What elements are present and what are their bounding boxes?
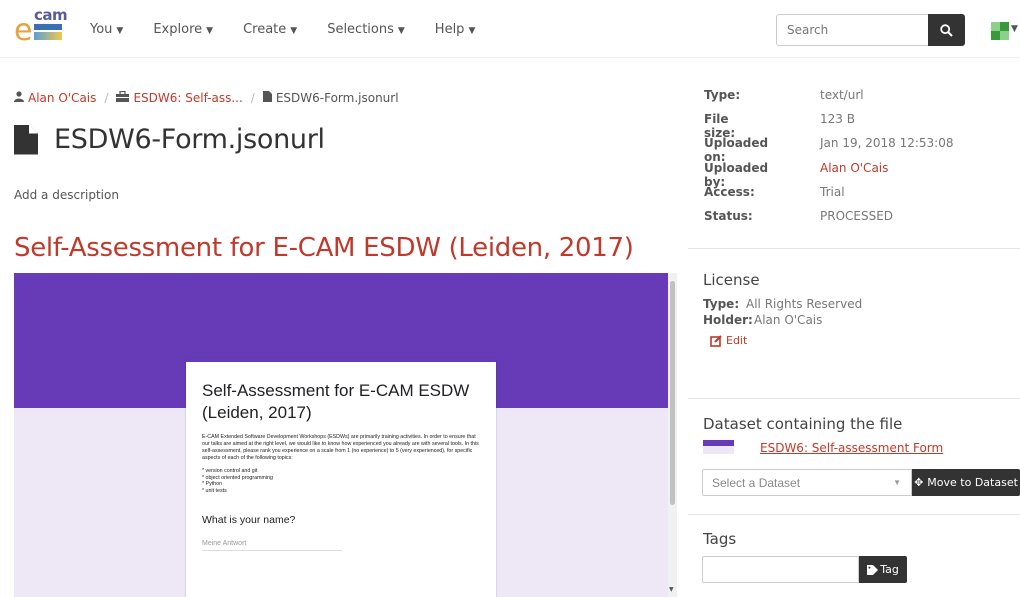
nav-item-create[interactable]: Create ▼ [243,22,297,37]
nav-menu: You ▼ Explore ▼ Create ▼ Selections ▼ Help ▼ [90,0,505,58]
search-button[interactable] [928,14,965,46]
divider [688,248,1020,249]
nav-item-you[interactable]: You ▼ [90,22,123,37]
move-to-dataset-label: Move to Dataset [927,476,1018,489]
preview-title: Self-Assessment for E-CAM ESDW (Leiden, … [14,233,634,263]
logo-cam-text: cam [34,6,68,24]
form-topic-list: * version control and git * object orien… [202,468,480,494]
dataset-heading: Dataset containing the file [703,415,903,433]
nav-item-explore[interactable]: Explore ▼ [153,22,213,37]
meta-key: Access: [704,184,755,199]
page-title: ESDW6-Form.jsonurl [14,124,325,155]
caret-down-icon: ▼ [468,25,476,36]
file-icon [262,91,272,105]
license-holder-label: Holder: [703,313,753,327]
caret-down-icon: ▼ [893,478,901,487]
caret-down-icon[interactable]: ▼ [1011,24,1018,34]
caret-down-icon: ▼ [397,25,405,36]
form-title: Self-Assessment for E-CAM ESDW (Leiden, … [202,381,470,422]
meta-value: text/url [820,88,864,102]
divider [688,398,1020,399]
edit-icon [710,334,722,347]
caret-down-icon: ▼ [206,25,214,36]
add-description-link[interactable]: Add a description [14,188,119,202]
ecam-logo[interactable]: cam e [14,6,68,48]
tag-button-label: Tag [880,563,899,576]
meta-value: PROCESSED [820,208,894,223]
nav-item-selections[interactable]: Selections ▼ [327,22,405,37]
form-preview-frame[interactable]: Self-Assessment for E-CAM ESDW (Leiden, … [14,273,677,597]
search-icon [940,23,953,37]
user-avatar[interactable] [991,22,1009,40]
search-input[interactable] [776,14,928,46]
breadcrumb-user-link[interactable]: Alan O'Cais [28,91,96,105]
license-holder: Holder:Alan O'Cais [703,313,822,327]
form-question: What is your name? [202,514,296,526]
license-type-value: All Rights Reserved [746,297,863,311]
license-type: Type: All Rights Reserved [703,297,862,311]
file-icon [14,124,38,155]
nav-item-label: Explore [153,21,203,37]
add-tag-button[interactable]: Tag [859,556,907,583]
meta-key: Type: [704,88,741,102]
license-edit-link[interactable]: Edit [710,334,747,347]
dataset-link[interactable]: ESDW6: Self-assessment Form [760,441,943,455]
logo-bar [34,24,62,30]
tags-heading: Tags [703,530,737,548]
license-holder-value: Alan O'Cais [754,313,823,327]
dataset-thumbnail[interactable] [703,440,734,454]
dataset-select-placeholder: Select a Dataset [712,475,801,490]
logo-e-text: e [14,13,33,48]
form-answer-field[interactable]: Meine Antwort [202,540,342,551]
nav-item-help[interactable]: Help ▼ [435,22,476,37]
tag-icon [867,564,879,575]
preview-scroll-thumb[interactable] [670,281,675,505]
logo-bar [34,32,62,40]
move-to-dataset-button[interactable]: ✥ Move to Dataset [912,469,1020,496]
nav-item-label: Selections [327,21,394,37]
license-heading: License [703,271,760,289]
meta-key: Status: [704,208,753,223]
edit-label: Edit [726,334,748,347]
form-card: Self-Assessment for E-CAM ESDW (Leiden, … [186,358,496,597]
user-icon [14,91,24,105]
tag-input[interactable] [702,556,859,583]
caret-down-icon: ▼ [290,25,298,36]
breadcrumb-separator: / [104,91,109,105]
file-title: ESDW6-Form.jsonurl [54,124,325,155]
breadcrumb-separator: / [250,91,255,105]
breadcrumb: Alan O'Cais / ESDW6: Self-ass... / ESDW6… [14,90,399,105]
meta-value: Jan 19, 2018 12:53:08 [820,136,954,151]
nav-item-label: Help [434,21,465,37]
caret-down-icon: ▼ [116,25,124,36]
form-topic: * unit tests [202,487,227,494]
meta-value: Trial [820,184,845,199]
nav-item-label: Create [243,21,287,37]
dataset-select[interactable]: Select a Dataset ▼ [702,469,912,496]
briefcase-icon [116,90,130,105]
top-navbar: cam e You ▼ Explore ▼ Create ▼ Selections ▼ … [0,0,1020,58]
meta-value: 123 B [820,112,855,127]
move-icon: ✥ [914,476,924,489]
divider [688,514,1020,515]
breadcrumb-dataset-link[interactable]: ESDW6: Self-ass... [133,91,242,105]
breadcrumb-current-file: ESDW6-Form.jsonurl [275,91,399,105]
nav-item-label: You [90,21,113,37]
license-type-label: Type: [703,297,740,311]
form-description: E-CAM Extended Software Development Work… [202,434,479,461]
uploader-link[interactable]: Alan O'Cais [820,161,888,175]
scroll-down-arrow-icon[interactable]: ▼ [669,586,674,593]
